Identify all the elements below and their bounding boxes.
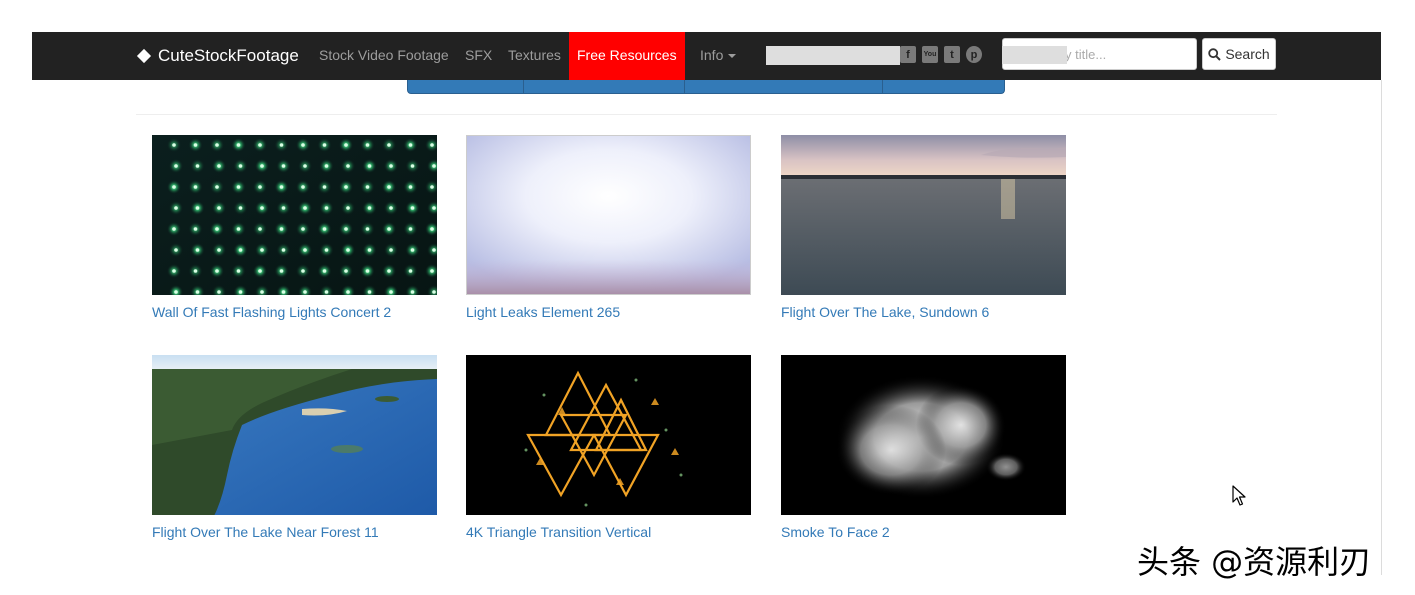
smoke-thumbnail [781, 355, 1066, 515]
nav-link-sfx[interactable]: SFX [465, 32, 492, 80]
youtube-icon[interactable]: You [922, 46, 938, 63]
flashing-lights-thumbnail [152, 135, 437, 295]
divider [136, 114, 1277, 115]
facebook-icon[interactable]: f [900, 46, 916, 63]
nav-link-info-label: Info [700, 47, 724, 63]
search-button[interactable]: Search [1202, 38, 1276, 70]
watermark-text: 头条 @资源利刃 [1137, 543, 1372, 581]
video-thumbnail[interactable] [781, 355, 1066, 515]
video-card: Smoke To Face 2 [781, 355, 1066, 540]
video-title-link[interactable]: Flight Over The Lake, Sundown 6 [781, 304, 1066, 320]
video-title-link[interactable]: Light Leaks Element 265 [466, 304, 751, 320]
video-card: Flight Over The Lake Near Forest 11 [152, 355, 437, 540]
nav-link-info[interactable]: Info [700, 32, 737, 80]
video-thumbnail[interactable] [152, 135, 437, 295]
twitter-icon[interactable]: t [944, 46, 960, 63]
redacted-search-text [1002, 46, 1067, 64]
video-thumbnail[interactable] [152, 355, 437, 515]
video-card: 4K Triangle Transition Vertical [466, 355, 751, 540]
triangle-transition-thumbnail [466, 355, 751, 515]
nav-link-textures[interactable]: Textures [508, 32, 561, 80]
page-frame-border [1381, 80, 1382, 575]
video-thumbnail[interactable] [466, 135, 751, 295]
video-thumbnail[interactable] [466, 355, 751, 515]
video-title-link[interactable]: Wall Of Fast Flashing Lights Concert 2 [152, 304, 437, 320]
video-title-link[interactable]: Smoke To Face 2 [781, 524, 1066, 540]
magnifier-icon [1208, 47, 1222, 61]
search-button-label: Search [1225, 46, 1270, 62]
nav-link-stock-video-footage[interactable]: Stock Video Footage [319, 32, 449, 80]
brand-logo[interactable]: CuteStockFootage [136, 32, 299, 80]
caret-down-icon [728, 54, 737, 59]
video-title-link[interactable]: Flight Over The Lake Near Forest 11 [152, 524, 437, 540]
social-links: f You t p [900, 46, 982, 63]
brand-name: CuteStockFootage [158, 46, 299, 65]
lake-forest-thumbnail [152, 355, 437, 515]
video-card: Flight Over The Lake, Sundown 6 [781, 135, 1066, 320]
nav-link-free-resources[interactable]: Free Resources [569, 32, 685, 80]
category-tabs-strip[interactable] [407, 80, 1005, 94]
mouse-cursor-icon [1232, 485, 1246, 506]
video-card: Light Leaks Element 265 [466, 135, 751, 320]
light-leaks-thumbnail [467, 136, 750, 294]
pinterest-icon[interactable]: p [966, 46, 982, 63]
lake-sundown-thumbnail [781, 135, 1066, 295]
video-thumbnail[interactable] [781, 135, 1066, 295]
video-card: Wall Of Fast Flashing Lights Concert 2 [152, 135, 437, 320]
redacted-bar [766, 46, 900, 65]
video-title-link[interactable]: 4K Triangle Transition Vertical [466, 524, 751, 540]
top-navbar: CuteStockFootage Stock Video Footage SFX… [32, 32, 1381, 80]
diamond-logo-icon [136, 48, 152, 64]
